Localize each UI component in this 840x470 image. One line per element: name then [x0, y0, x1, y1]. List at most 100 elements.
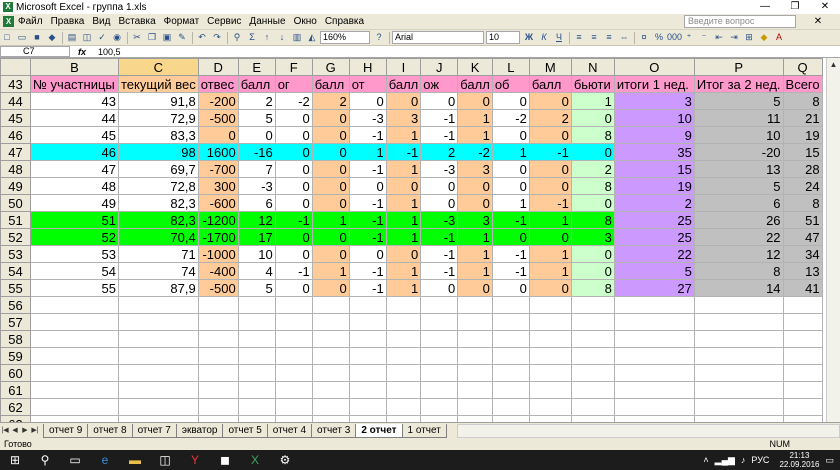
empty-cell[interactable]: [613, 347, 695, 365]
row-header[interactable]: 56: [0, 296, 31, 314]
data-cell[interactable]: 21: [782, 109, 823, 127]
sheet-tab[interactable]: экватор: [175, 424, 224, 438]
data-cell[interactable]: 1: [385, 194, 422, 212]
empty-cell[interactable]: [385, 364, 422, 382]
start-icon[interactable]: ⊞: [0, 450, 30, 470]
font-color-icon[interactable]: A: [772, 31, 786, 44]
data-cell[interactable]: 1: [457, 109, 493, 127]
column-title-cell[interactable]: ож: [420, 75, 459, 93]
empty-cell[interactable]: [237, 347, 276, 365]
data-cell[interactable]: 0: [348, 245, 387, 263]
data-cell[interactable]: 0: [274, 228, 313, 246]
empty-cell[interactable]: [420, 347, 459, 365]
data-cell[interactable]: -1: [385, 143, 422, 161]
data-cell[interactable]: 5: [693, 177, 784, 195]
data-cell[interactable]: 2: [311, 92, 350, 110]
paste-icon[interactable]: ▣: [160, 31, 174, 44]
chart-icon[interactable]: ▥: [290, 31, 304, 44]
data-cell[interactable]: 8: [570, 211, 615, 229]
data-cell[interactable]: 0: [385, 177, 422, 195]
data-cell[interactable]: 26: [693, 211, 784, 229]
data-cell[interactable]: 5: [237, 279, 276, 297]
scroll-up-icon[interactable]: ▲: [827, 58, 840, 71]
tray-arrow-icon[interactable]: ˄: [703, 455, 708, 465]
empty-cell[interactable]: [457, 364, 493, 382]
data-cell[interactable]: -1: [528, 194, 572, 212]
data-cell[interactable]: 82,3: [118, 211, 199, 229]
data-cell[interactable]: 10: [613, 109, 695, 127]
empty-cell[interactable]: [782, 398, 823, 416]
sort-ascending-icon[interactable]: ↑: [260, 31, 274, 44]
data-cell[interactable]: 98: [118, 143, 199, 161]
empty-cell[interactable]: [570, 330, 615, 348]
empty-cell[interactable]: [385, 330, 422, 348]
data-cell[interactable]: 0: [311, 143, 350, 161]
data-cell[interactable]: 1: [385, 279, 422, 297]
empty-cell[interactable]: [311, 347, 350, 365]
data-cell[interactable]: 0: [385, 92, 422, 110]
workbook-icon[interactable]: X: [3, 16, 14, 27]
empty-cell[interactable]: [693, 381, 784, 399]
data-cell[interactable]: 0: [491, 177, 530, 195]
data-cell[interactable]: 1: [491, 143, 530, 161]
data-cell[interactable]: 82,3: [118, 194, 199, 212]
empty-cell[interactable]: [528, 364, 572, 382]
data-cell[interactable]: 6: [693, 194, 784, 212]
column-header[interactable]: O: [613, 58, 695, 76]
ask-question-input[interactable]: Введите вопрос: [684, 15, 796, 28]
row-header[interactable]: 45: [0, 109, 31, 127]
data-cell[interactable]: -3: [348, 109, 387, 127]
data-cell[interactable]: 72,8: [118, 177, 199, 195]
empty-cell[interactable]: [491, 347, 530, 365]
empty-cell[interactable]: [528, 296, 572, 314]
new-icon[interactable]: □: [0, 31, 14, 44]
row-header[interactable]: 50: [0, 194, 31, 212]
column-title-cell[interactable]: итоги 1 нед.: [613, 75, 695, 93]
data-cell[interactable]: 0: [274, 279, 313, 297]
empty-cell[interactable]: [385, 347, 422, 365]
column-title-cell[interactable]: балл: [237, 75, 276, 93]
row-header[interactable]: 61: [0, 381, 31, 399]
fx-icon[interactable]: fx: [70, 47, 94, 57]
empty-cell[interactable]: [311, 381, 350, 399]
data-cell[interactable]: 13: [782, 262, 823, 280]
empty-cell[interactable]: [693, 313, 784, 331]
data-cell[interactable]: 0: [348, 177, 387, 195]
empty-cell[interactable]: [693, 296, 784, 314]
open-icon[interactable]: ▭: [15, 31, 29, 44]
data-cell[interactable]: -20: [693, 143, 784, 161]
data-cell[interactable]: 44: [30, 109, 119, 127]
task-view-icon[interactable]: ▭: [60, 450, 90, 470]
empty-cell[interactable]: [30, 347, 119, 365]
data-cell[interactable]: 19: [613, 177, 695, 195]
horizontal-scrollbar[interactable]: [456, 424, 840, 438]
empty-cell[interactable]: [118, 381, 199, 399]
data-cell[interactable]: 0: [274, 126, 313, 144]
empty-cell[interactable]: [237, 364, 276, 382]
empty-cell[interactable]: [274, 330, 313, 348]
save-icon[interactable]: ■: [30, 31, 44, 44]
data-cell[interactable]: 35: [613, 143, 695, 161]
menu-item[interactable]: Вставка: [118, 16, 155, 27]
data-cell[interactable]: -1: [420, 245, 459, 263]
data-cell[interactable]: 1: [385, 160, 422, 178]
data-cell[interactable]: 0: [570, 109, 615, 127]
data-cell[interactable]: 0: [528, 92, 572, 110]
data-cell[interactable]: -1: [420, 126, 459, 144]
menu-item[interactable]: Данные: [249, 16, 285, 27]
align-right-icon[interactable]: ≡: [602, 31, 616, 44]
empty-cell[interactable]: [274, 364, 313, 382]
empty-cell[interactable]: [570, 398, 615, 416]
drawing-icon[interactable]: ◭: [305, 31, 319, 44]
empty-cell[interactable]: [528, 330, 572, 348]
data-cell[interactable]: 25: [613, 228, 695, 246]
data-cell[interactable]: 8: [570, 177, 615, 195]
column-header[interactable]: P: [693, 58, 784, 76]
column-title-cell[interactable]: бьюти: [570, 75, 615, 93]
data-cell[interactable]: 1: [570, 92, 615, 110]
menu-item[interactable]: Файл: [18, 16, 43, 27]
menu-item[interactable]: Вид: [92, 16, 110, 27]
column-header[interactable]: I: [385, 58, 422, 76]
font-select[interactable]: Arial: [392, 31, 484, 44]
redo-icon[interactable]: ↷: [210, 31, 224, 44]
